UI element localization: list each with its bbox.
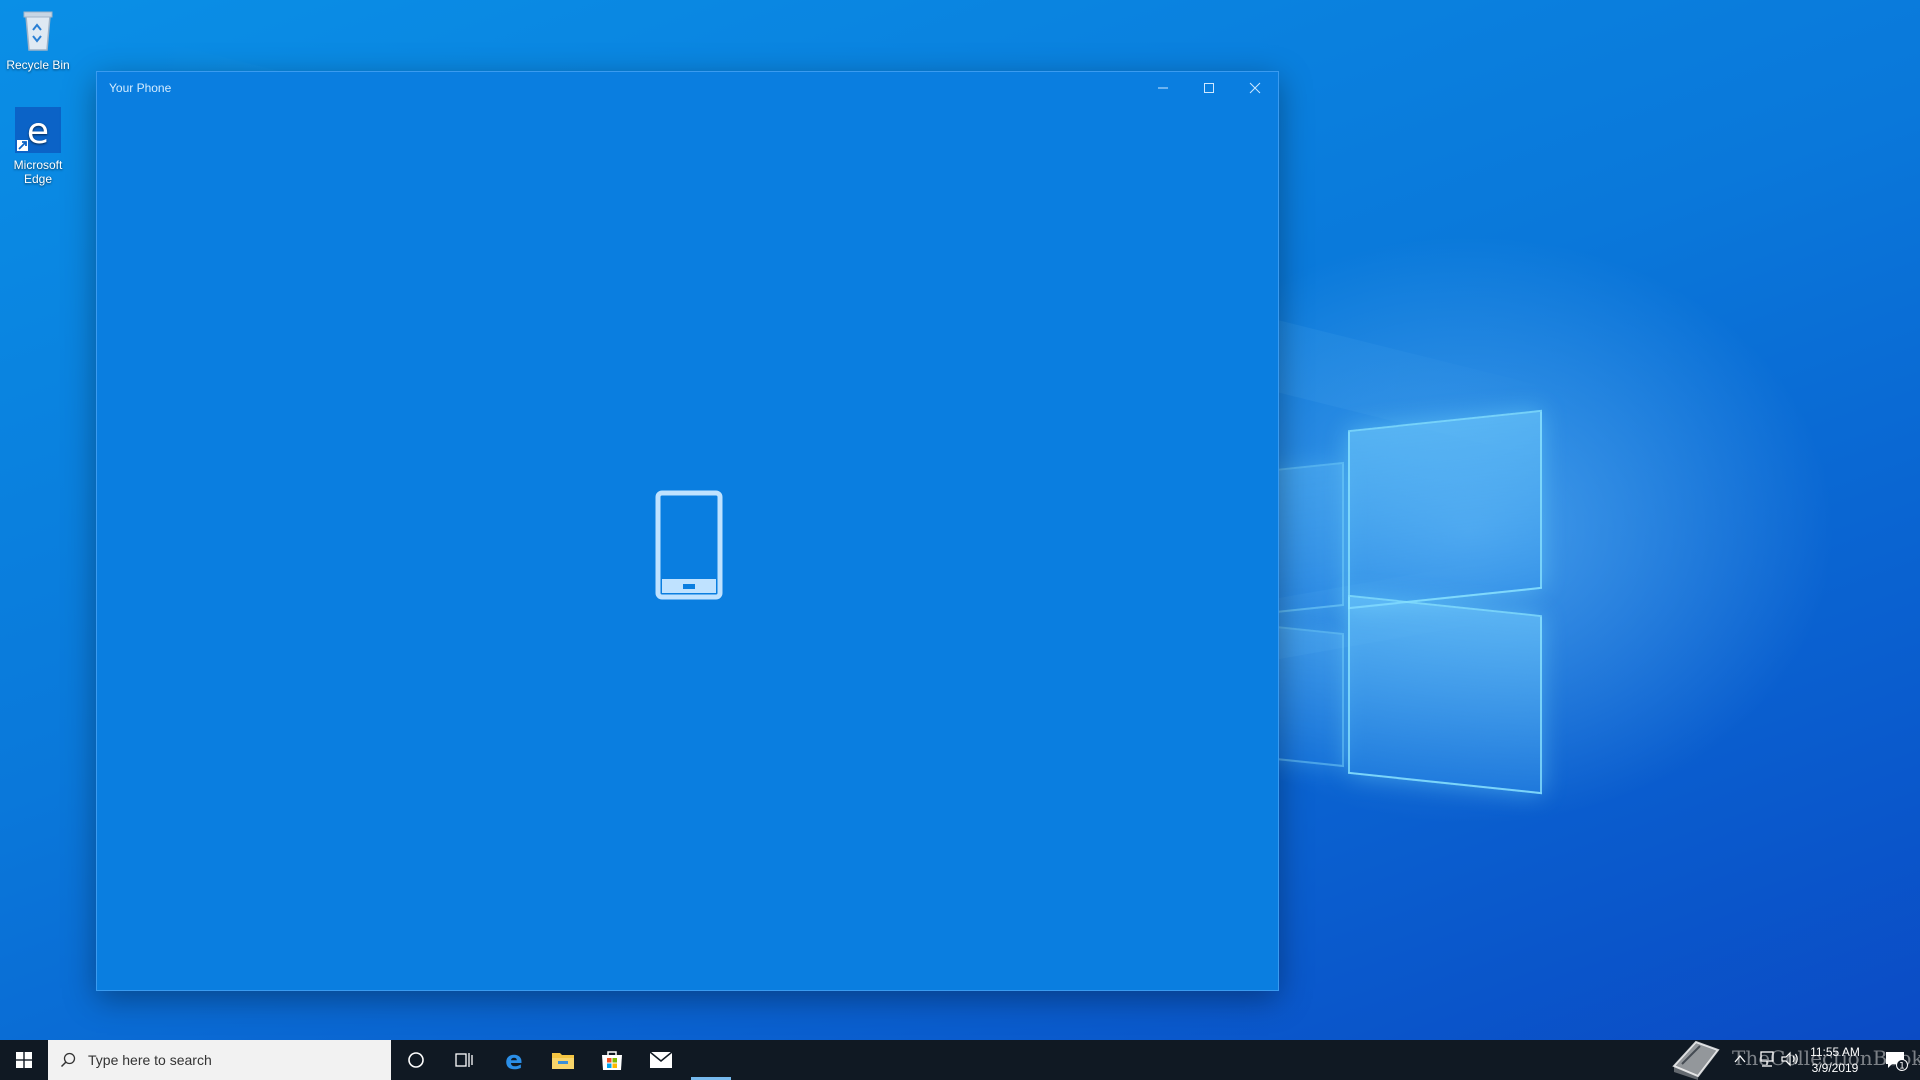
start-button[interactable]: [0, 1040, 48, 1080]
taskbar-edge-button[interactable]: e: [490, 1040, 538, 1080]
store-icon: [602, 1051, 622, 1070]
desktop-icon-label: Recycle Bin: [6, 58, 70, 72]
svg-text:e: e: [505, 1048, 523, 1072]
network-icon[interactable]: [1757, 1050, 1777, 1068]
phone-icon: [655, 490, 723, 600]
desktop-icon-recycle-bin[interactable]: Recycle Bin: [4, 6, 72, 72]
search-placeholder: Type here to search: [88, 1052, 212, 1068]
clock-date: 3/9/2019: [1811, 1061, 1859, 1075]
maximize-icon: [1204, 83, 1214, 93]
windows-start-icon: [16, 1052, 32, 1068]
edge-icon: e: [505, 1048, 523, 1072]
tray-chevron-up-icon[interactable]: [1733, 1052, 1747, 1066]
desktop-icon-label: Microsoft Edge: [13, 158, 63, 186]
volume-icon[interactable]: [1780, 1050, 1800, 1068]
clock-time: 11:55 AM: [1810, 1045, 1860, 1059]
cortana-icon: [408, 1052, 424, 1068]
mail-icon: [649, 1051, 673, 1068]
minimize-button[interactable]: [1140, 72, 1186, 104]
file-explorer-icon: [552, 1053, 574, 1069]
taskbar-store-button[interactable]: [588, 1040, 636, 1080]
close-icon: [1249, 82, 1261, 94]
svg-text:e: e: [27, 111, 49, 152]
task-view-icon: [455, 1053, 473, 1067]
desktop: Recycle Bin e Microsoft Edge Your Phone: [0, 0, 1920, 1080]
desktop-icon-microsoft-edge[interactable]: e Microsoft Edge: [4, 106, 72, 186]
notification-icon: 1: [1886, 1052, 1908, 1072]
window-title: Your Phone: [109, 81, 172, 95]
task-view-button[interactable]: [440, 1040, 488, 1080]
notification-count: 1: [1899, 1062, 1905, 1072]
book-icon: [1672, 1040, 1720, 1080]
taskbar-search-box[interactable]: Type here to search: [48, 1040, 391, 1080]
taskbar-clock[interactable]: 11:55 AM 3/9/2019: [1802, 1044, 1868, 1076]
action-center-button[interactable]: 1: [1872, 1040, 1920, 1080]
cortana-button[interactable]: [392, 1040, 440, 1080]
recycle-bin-icon: [23, 11, 53, 51]
taskbar: Type here to search e: [0, 1040, 1920, 1080]
title-bar[interactable]: Your Phone: [97, 72, 1278, 104]
edge-icon: e: [15, 107, 61, 153]
taskbar-file-explorer-button[interactable]: [539, 1040, 587, 1080]
search-icon: [60, 1052, 76, 1068]
your-phone-window[interactable]: Your Phone: [96, 71, 1279, 991]
minimize-icon: [1158, 87, 1168, 89]
close-button[interactable]: [1232, 72, 1278, 104]
maximize-button[interactable]: [1186, 72, 1232, 104]
taskbar-mail-button[interactable]: [637, 1040, 685, 1080]
